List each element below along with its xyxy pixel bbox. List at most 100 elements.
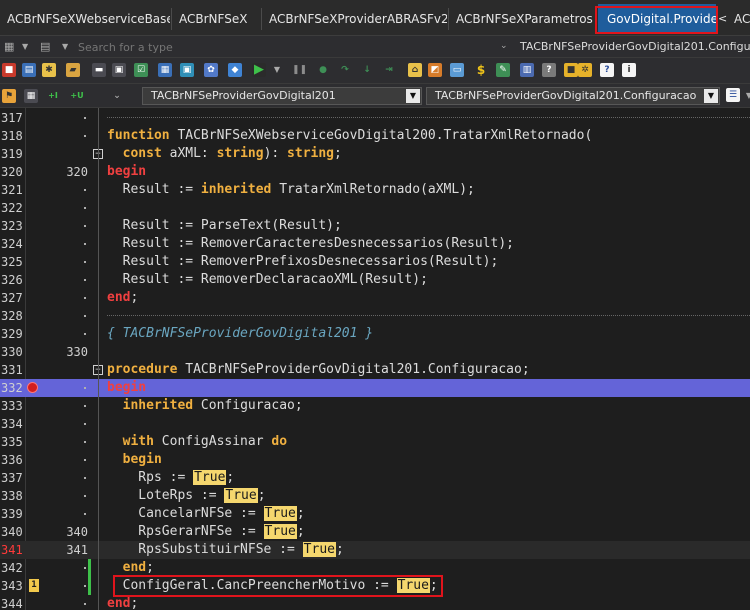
- code-line[interactable]: 320 320 begin: [0, 163, 750, 181]
- add-impl-icon[interactable]: +I: [46, 89, 60, 103]
- bookmark-icon[interactable]: ⚑: [2, 89, 16, 103]
- line-number: 318: [1, 129, 23, 143]
- code-line[interactable]: 341 341 RpsSubstituirNFSe := True;: [0, 541, 750, 559]
- code-text: LoteRps := True;: [107, 488, 266, 503]
- chevron-down-icon[interactable]: ▼: [22, 42, 28, 51]
- bookmark-icon[interactable]: 1: [29, 579, 39, 592]
- tab-acbrnfsexparametros[interactable]: ACBrNFSeXParametros: [449, 4, 594, 34]
- class-method-bar: ⚑ ▦ +I +U ⌄ TACBrNFSeProviderGovDigital2…: [0, 84, 750, 108]
- code-line[interactable]: 327 end;: [0, 289, 750, 307]
- tab-ac[interactable]: AC: [730, 4, 750, 34]
- code-line[interactable]: 317: [0, 109, 750, 127]
- line-number: 321: [1, 183, 23, 197]
- code-line[interactable]: 324 Result := RemoverCaracteresDesnecess…: [0, 235, 750, 253]
- grid-view-icon[interactable]: ▦: [4, 40, 14, 53]
- code-line[interactable]: 337 Rps := True;: [0, 469, 750, 487]
- funnel-icon[interactable]: ▤: [40, 40, 50, 53]
- settings-icon[interactable]: ✲: [578, 63, 592, 77]
- class-combo[interactable]: TACBrNFSeProviderGovDigital201 ▼: [142, 87, 422, 105]
- code-line[interactable]: 334: [0, 415, 750, 433]
- code-line[interactable]: 318 function TACBrNFSeXWebserviceGovDigit…: [0, 127, 750, 145]
- code-editor[interactable]: 317 318 function TACBrNFSeXWebserviceGovDi…: [0, 108, 750, 610]
- code-line[interactable]: 329 { TACBrNFSeProviderGovDigital201 }: [0, 325, 750, 343]
- chevron-down-icon[interactable]: ▼: [742, 89, 750, 103]
- window-icon[interactable]: ▭: [450, 63, 464, 77]
- line-number: 332: [1, 381, 23, 395]
- code-line[interactable]: 338 LoteRps := True;: [0, 487, 750, 505]
- view-unit-icon[interactable]: ▦: [158, 63, 172, 77]
- code-line[interactable]: 343 1 ConfigGeral.CancPreencherMotivo := …: [0, 575, 750, 597]
- chevron-down-icon[interactable]: ⌄: [500, 41, 508, 51]
- step-into-icon[interactable]: ↓: [360, 63, 374, 77]
- method-breadcrumb: TACBrNFSeProviderGovDigital201.Configura…: [520, 40, 750, 53]
- code-line[interactable]: 335 with ConfigAssinar do: [0, 433, 750, 451]
- method-combo[interactable]: TACBrNFSeProviderGovDigital201.Configura…: [426, 87, 720, 105]
- stop-icon[interactable]: ■: [2, 63, 16, 77]
- code-line[interactable]: 322: [0, 199, 750, 217]
- component-icon[interactable]: ⌂: [408, 63, 422, 77]
- check-list-icon[interactable]: ☑: [134, 63, 148, 77]
- trace-icon[interactable]: ⇥: [382, 63, 396, 77]
- tools-icon[interactable]: ✎: [496, 63, 510, 77]
- code-line[interactable]: 326 Result := RemoverDeclaracaoXML(Resul…: [0, 271, 750, 289]
- info-icon[interactable]: i: [622, 63, 636, 77]
- line-number: 340: [1, 525, 23, 539]
- line-dot: [84, 459, 86, 461]
- tab-acbrnfsexwebservicebase[interactable]: ACBrNFSeXWebserviceBase: [0, 4, 170, 34]
- code-line[interactable]: 331−procedure TACBrNFSeProviderGovDigita…: [0, 361, 750, 379]
- search-input[interactable]: [78, 39, 378, 55]
- save-icon[interactable]: ▬: [92, 63, 106, 77]
- code-line[interactable]: 339 CancelarNFSe := True;: [0, 505, 750, 523]
- code-line[interactable]: 330 330: [0, 343, 750, 361]
- chevron-down-icon[interactable]: ▼: [270, 63, 284, 77]
- query-icon[interactable]: ?: [542, 63, 556, 77]
- open-folder-icon[interactable]: ▰: [66, 63, 80, 77]
- chevron-down-icon[interactable]: ▼: [62, 42, 68, 51]
- view-form-icon[interactable]: ▣: [180, 63, 194, 77]
- doc-icon[interactable]: ▥: [520, 63, 534, 77]
- chevron-down-icon[interactable]: ▼: [704, 89, 718, 103]
- step-over-icon[interactable]: ↷: [338, 63, 352, 77]
- line-dot: [84, 603, 86, 605]
- code-text: begin: [122, 452, 162, 467]
- package-icon[interactable]: ■: [564, 63, 578, 77]
- help-icon[interactable]: ?: [600, 63, 614, 77]
- tab-acbrnfsexproviderabrasfv2[interactable]: ACBrNFSeXProviderABRASFv2: [262, 4, 447, 34]
- line-number: 319: [1, 147, 23, 161]
- save-all-icon[interactable]: ▣: [112, 63, 126, 77]
- code-text: { TACBrNFSeProviderGovDigital201 }: [107, 326, 374, 341]
- code-line[interactable]: 321 Result := inherited TratarXmlRetorna…: [0, 181, 750, 199]
- tab-acbrnfsex[interactable]: ACBrNFSeX: [172, 4, 260, 34]
- code-line[interactable]: 332 begin: [0, 379, 750, 397]
- pause-icon[interactable]: ❚❚: [292, 63, 307, 77]
- run-icon[interactable]: ▶: [252, 63, 266, 77]
- code-line[interactable]: 333 inherited Configuracao;: [0, 397, 750, 415]
- code-line[interactable]: 340 340 RpsGerarNFSe := True;: [0, 523, 750, 541]
- code-text: inherited Configuracao;: [122, 398, 303, 413]
- code-line[interactable]: 336 begin: [0, 451, 750, 469]
- tab-govdigital-provider[interactable]: GovDigital.Provider: [598, 4, 716, 34]
- code-line[interactable]: 328: [0, 307, 750, 325]
- palette-icon[interactable]: ◩: [428, 63, 442, 77]
- breakpoint-icon[interactable]: [27, 382, 38, 393]
- gear-icon[interactable]: ✿: [204, 63, 218, 77]
- structure-icon[interactable]: ▦: [24, 89, 38, 103]
- code-line[interactable]: 325 Result := RemoverPrefixosDesnecessar…: [0, 253, 750, 271]
- form-icon[interactable]: ▤: [22, 63, 36, 77]
- code-line[interactable]: 319− const aXML: string): string;: [0, 145, 750, 163]
- chevron-down-icon[interactable]: ▼: [406, 89, 420, 103]
- code-line[interactable]: 344 end;: [0, 595, 750, 610]
- diamond-icon[interactable]: ◆: [228, 63, 242, 77]
- tab-scroll-left-icon[interactable]: <: [718, 12, 727, 25]
- method-separator: [107, 315, 750, 316]
- add-unit-icon[interactable]: +U: [70, 89, 84, 103]
- code-line[interactable]: 323 Result := ParseText(Result);: [0, 217, 750, 235]
- code-text: Rps := True;: [107, 470, 235, 485]
- chevron-down-icon[interactable]: ⌄: [110, 89, 124, 103]
- dollar-icon[interactable]: $: [474, 63, 488, 77]
- new-icon[interactable]: ✱: [42, 63, 56, 77]
- stop-debug-icon[interactable]: ●: [316, 63, 330, 77]
- code-line[interactable]: 342 end;: [0, 559, 750, 577]
- line-number: 327: [1, 291, 23, 305]
- list-icon[interactable]: ☰: [726, 88, 740, 102]
